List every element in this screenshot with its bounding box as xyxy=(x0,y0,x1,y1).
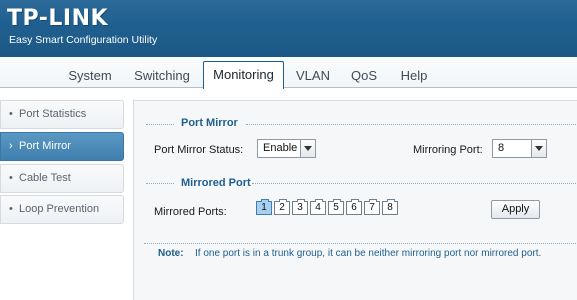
sidebar-item-port-statistics[interactable]: • Port Statistics xyxy=(0,100,124,129)
tab-system[interactable]: System xyxy=(60,63,120,88)
section-divider xyxy=(146,183,174,184)
sidebar-item-label: Loop Prevention xyxy=(19,203,100,215)
main-tab-bar: System Switching Monitoring VLAN QoS Hel… xyxy=(0,57,577,89)
port-4-checkbox[interactable]: 4 xyxy=(310,199,326,215)
note-divider xyxy=(144,243,577,244)
sidebar-item-label: Port Mirror xyxy=(19,140,71,152)
tab-qos[interactable]: QoS xyxy=(345,63,383,88)
sidebar-item-label: Port Statistics xyxy=(19,108,87,120)
tp-link-logo: TP-LINK xyxy=(7,6,109,31)
app-header: TP-LINK Easy Smart Configuration Utility xyxy=(0,0,577,57)
port-3-checkbox[interactable]: 3 xyxy=(292,199,308,215)
content-panel: Port Mirror Port Mirror Status: Enable M… xyxy=(133,100,577,300)
chevron-down-icon xyxy=(531,140,546,157)
chevron-down-icon xyxy=(300,140,315,157)
sidebar-item-loop-prevention[interactable]: • Loop Prevention xyxy=(0,195,124,224)
select-value: Enable xyxy=(263,142,298,154)
mirrored-ports-label: Mirrored Ports: xyxy=(154,206,227,218)
port-7-checkbox[interactable]: 7 xyxy=(364,199,380,215)
sidebar-item-port-mirror[interactable]: › Port Mirror xyxy=(0,132,124,161)
mirroring-port-label: Mirroring Port: xyxy=(413,144,483,156)
tab-help[interactable]: Help xyxy=(394,63,434,88)
tab-vlan[interactable]: VLAN xyxy=(292,63,334,88)
sidebar-item-label: Cable Test xyxy=(19,172,71,184)
port-mirror-section-title: Port Mirror xyxy=(181,117,238,129)
mirroring-port-select[interactable]: 8 xyxy=(492,139,547,158)
port-2-checkbox[interactable]: 2 xyxy=(274,199,290,215)
port-5-checkbox[interactable]: 5 xyxy=(328,199,344,215)
tab-switching[interactable]: Switching xyxy=(128,63,196,88)
bullet-icon: • xyxy=(9,172,13,184)
port-mirror-status-label: Port Mirror Status: xyxy=(154,144,244,156)
port-mirror-status-select[interactable]: Enable xyxy=(257,139,316,158)
note-label: Note: xyxy=(158,248,184,259)
chevron-right-icon: › xyxy=(9,140,13,152)
mirrored-port-section-title: Mirrored Port xyxy=(181,177,251,189)
app-subtitle: Easy Smart Configuration Utility xyxy=(9,34,158,46)
note-text: If one port is in a trunk group, it can … xyxy=(195,248,542,259)
section-divider xyxy=(246,124,577,125)
port-6-checkbox[interactable]: 6 xyxy=(346,199,362,215)
section-divider xyxy=(146,124,174,125)
section-divider xyxy=(252,183,577,184)
apply-button[interactable]: Apply xyxy=(491,200,540,219)
bullet-icon: • xyxy=(9,203,13,215)
sidebar-item-cable-test[interactable]: • Cable Test xyxy=(0,164,124,193)
bullet-icon: • xyxy=(9,108,13,120)
port-8-checkbox[interactable]: 8 xyxy=(382,199,398,215)
port-1-checkbox[interactable]: 1 xyxy=(256,199,272,215)
select-value: 8 xyxy=(498,142,505,154)
tab-monitoring[interactable]: Monitoring xyxy=(203,61,284,89)
